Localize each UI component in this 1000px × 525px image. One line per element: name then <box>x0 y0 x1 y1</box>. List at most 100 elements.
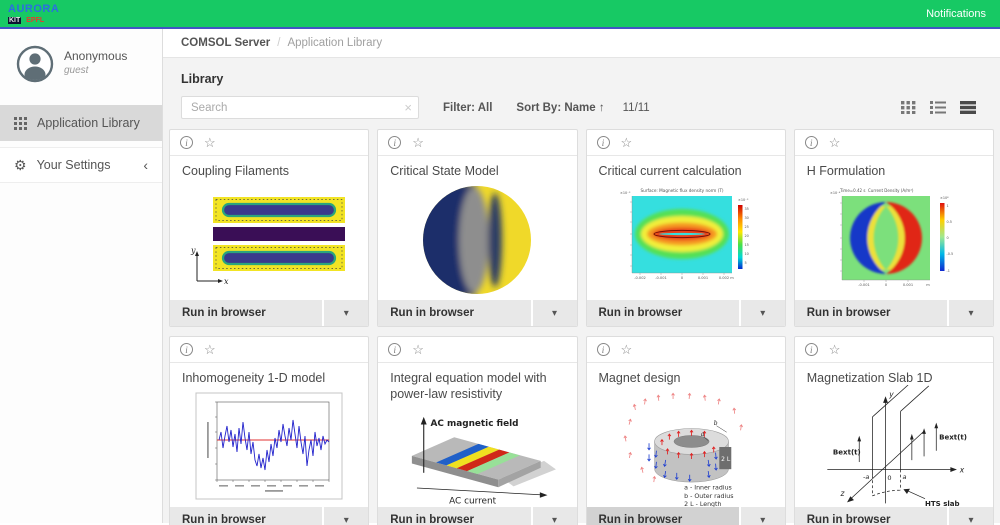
run-in-browser-button[interactable]: Run in browser <box>170 300 322 326</box>
sort-label: Sort By: Name <box>516 102 595 114</box>
logo-kit-text: KIT <box>8 17 21 24</box>
svg-text:25: 25 <box>744 225 748 229</box>
y-axis-exponent: ×10⁻³ <box>620 191 631 195</box>
axis-y-label: y <box>190 246 196 255</box>
user-name: Anonymous <box>64 49 127 63</box>
plot-title: Surface: Magnetic flux density norm (T) <box>640 188 723 193</box>
axis-y-label: y <box>888 390 894 399</box>
run-in-browser-button[interactable]: Run in browser <box>587 300 739 326</box>
clear-search-icon[interactable]: × <box>404 100 412 115</box>
svg-text:10: 10 <box>744 252 748 256</box>
run-in-browser-button[interactable]: Run in browser <box>795 507 947 525</box>
run-in-browser-button[interactable]: Run in browser <box>795 300 947 326</box>
card-actions: i ☆ <box>587 337 785 363</box>
app-card-critical-state-model[interactable]: i ☆ Critical State Model <box>377 129 577 327</box>
search-input[interactable] <box>181 96 419 119</box>
app-card-h-formulation[interactable]: i ☆ H Formulation <box>794 129 994 327</box>
app-card-integral-equation-model[interactable]: i ☆ Integral equation model with power-l… <box>377 336 577 525</box>
current-density-plot-thumbnail: Time=0.42 s Current Density (A/m²) <box>818 183 970 297</box>
app-card-inhomogeneity-1d-model[interactable]: i ☆ Inhomogeneity 1-D model <box>169 336 369 525</box>
x-axis-ticks: -0.001 0 0.001 m <box>858 283 930 287</box>
favorite-star-icon[interactable]: ☆ <box>412 136 424 149</box>
favorite-star-icon[interactable]: ☆ <box>621 343 633 356</box>
chevron-left-icon[interactable]: ‹ <box>143 157 148 173</box>
plot-title: Current Density (A/m²) <box>868 188 914 193</box>
run-in-browser-button[interactable]: Run in browser <box>587 507 739 525</box>
run-options-dropdown[interactable]: ▾ <box>533 300 577 326</box>
info-icon[interactable]: i <box>805 136 818 149</box>
breadcrumb-root[interactable]: COMSOL Server <box>181 37 270 49</box>
favorite-star-icon[interactable]: ☆ <box>829 136 841 149</box>
logo-aurora-text: AURORA <box>8 4 59 15</box>
avatar <box>16 45 54 83</box>
run-options-dropdown[interactable]: ▾ <box>949 507 993 525</box>
run-in-browser-button[interactable]: Run in browser <box>378 300 530 326</box>
filter-control[interactable]: Filter: All <box>443 102 492 114</box>
x-axis-ticks: -0.002 -0.001 0 0.001 0.002 m <box>634 276 734 280</box>
sidebar-item-your-settings[interactable]: ⚙ Your Settings ‹ <box>0 147 162 183</box>
info-icon[interactable]: i <box>805 343 818 356</box>
favorite-star-icon[interactable]: ☆ <box>204 136 216 149</box>
list-view-icon[interactable] <box>930 101 946 114</box>
app-card-critical-current-calculation[interactable]: i ☆ Critical current calculation <box>586 129 786 327</box>
svg-text:1: 1 <box>946 204 948 208</box>
y-axis-exponent: ×10⁻⁴ <box>830 191 841 195</box>
svg-text:30: 30 <box>744 216 748 220</box>
favorite-star-icon[interactable]: ☆ <box>829 343 841 356</box>
svg-text:0: 0 <box>946 236 948 240</box>
favorite-star-icon[interactable]: ☆ <box>412 343 424 356</box>
card-title: Magnet design <box>599 370 773 386</box>
card-actions: i ☆ <box>795 130 993 156</box>
info-icon[interactable]: i <box>597 343 610 356</box>
slab-model-thumbnail: AC magnetic field AC current <box>390 405 564 505</box>
inhomogeneity-plot-thumbnail <box>193 392 345 502</box>
app-card-coupling-filaments[interactable]: i ☆ Coupling Filaments <box>169 129 369 327</box>
svg-text:m: m <box>926 283 930 287</box>
svg-text:a - Inner radius: a - Inner radius <box>684 484 732 491</box>
card-actions: i ☆ <box>795 337 993 363</box>
app-card-magnet-design[interactable]: i ☆ Magnet design <box>586 336 786 525</box>
favorite-star-icon[interactable]: ☆ <box>204 343 216 356</box>
minus-a-label: -a <box>863 473 869 481</box>
run-in-browser-button[interactable]: Run in browser <box>170 507 322 525</box>
svg-text:0.001: 0.001 <box>697 276 707 280</box>
favorite-star-icon[interactable]: ☆ <box>621 136 633 149</box>
card-title: Integral equation model with power-law r… <box>390 370 564 403</box>
run-in-browser-button[interactable]: Run in browser <box>378 507 530 525</box>
a-label: a <box>902 473 906 481</box>
run-options-dropdown[interactable]: ▾ <box>533 507 577 525</box>
length-label: 2 L <box>721 455 731 462</box>
sidebar: Anonymous guest Application Library ⚙ Yo… <box>0 29 163 523</box>
breadcrumb: COMSOL Server / Application Library <box>163 29 1000 58</box>
axis-z-label: z <box>839 488 845 497</box>
svg-text:m: m <box>730 276 734 280</box>
table-view-icon[interactable] <box>960 101 976 114</box>
breadcrumb-current: Application Library <box>287 37 382 49</box>
run-options-dropdown[interactable]: ▾ <box>324 300 368 326</box>
app-card-magnetization-slab-1d[interactable]: i ☆ Magnetization Slab 1D <box>794 336 994 525</box>
breadcrumb-separator: / <box>277 37 280 49</box>
info-icon[interactable]: i <box>180 136 193 149</box>
svg-text:0.5: 0.5 <box>946 220 951 224</box>
info-icon[interactable]: i <box>597 136 610 149</box>
sidebar-item-application-library[interactable]: Application Library <box>0 105 162 141</box>
card-title: Coupling Filaments <box>182 163 356 179</box>
info-icon[interactable]: i <box>180 343 193 356</box>
notifications-button[interactable]: Notifications <box>926 8 986 20</box>
run-options-dropdown[interactable]: ▾ <box>741 507 785 525</box>
run-options-dropdown[interactable]: ▾ <box>741 300 785 326</box>
info-icon[interactable]: i <box>388 343 401 356</box>
b-ext-right-label: Bext(t) <box>939 432 967 441</box>
sort-control[interactable]: Sort By: Name ↑ <box>516 102 604 114</box>
user-role: guest <box>64 65 127 76</box>
info-icon[interactable]: i <box>388 136 401 149</box>
run-options-dropdown[interactable]: ▾ <box>949 300 993 326</box>
colorbar-exponent: ×10⁸ <box>940 196 949 200</box>
flux-density-plot-thumbnail: Surface: Magnetic flux density norm (T) <box>610 183 762 297</box>
magnetization-slab-thumbnail: x y z -a 0 a Bext(t) Bext(t) HTS slab <box>814 385 974 509</box>
card-actions: i ☆ <box>378 337 576 363</box>
axis-x-label: x <box>959 465 965 474</box>
page-title: Library <box>181 72 994 86</box>
run-options-dropdown[interactable]: ▾ <box>324 507 368 525</box>
grid-view-icon[interactable] <box>901 101 916 114</box>
